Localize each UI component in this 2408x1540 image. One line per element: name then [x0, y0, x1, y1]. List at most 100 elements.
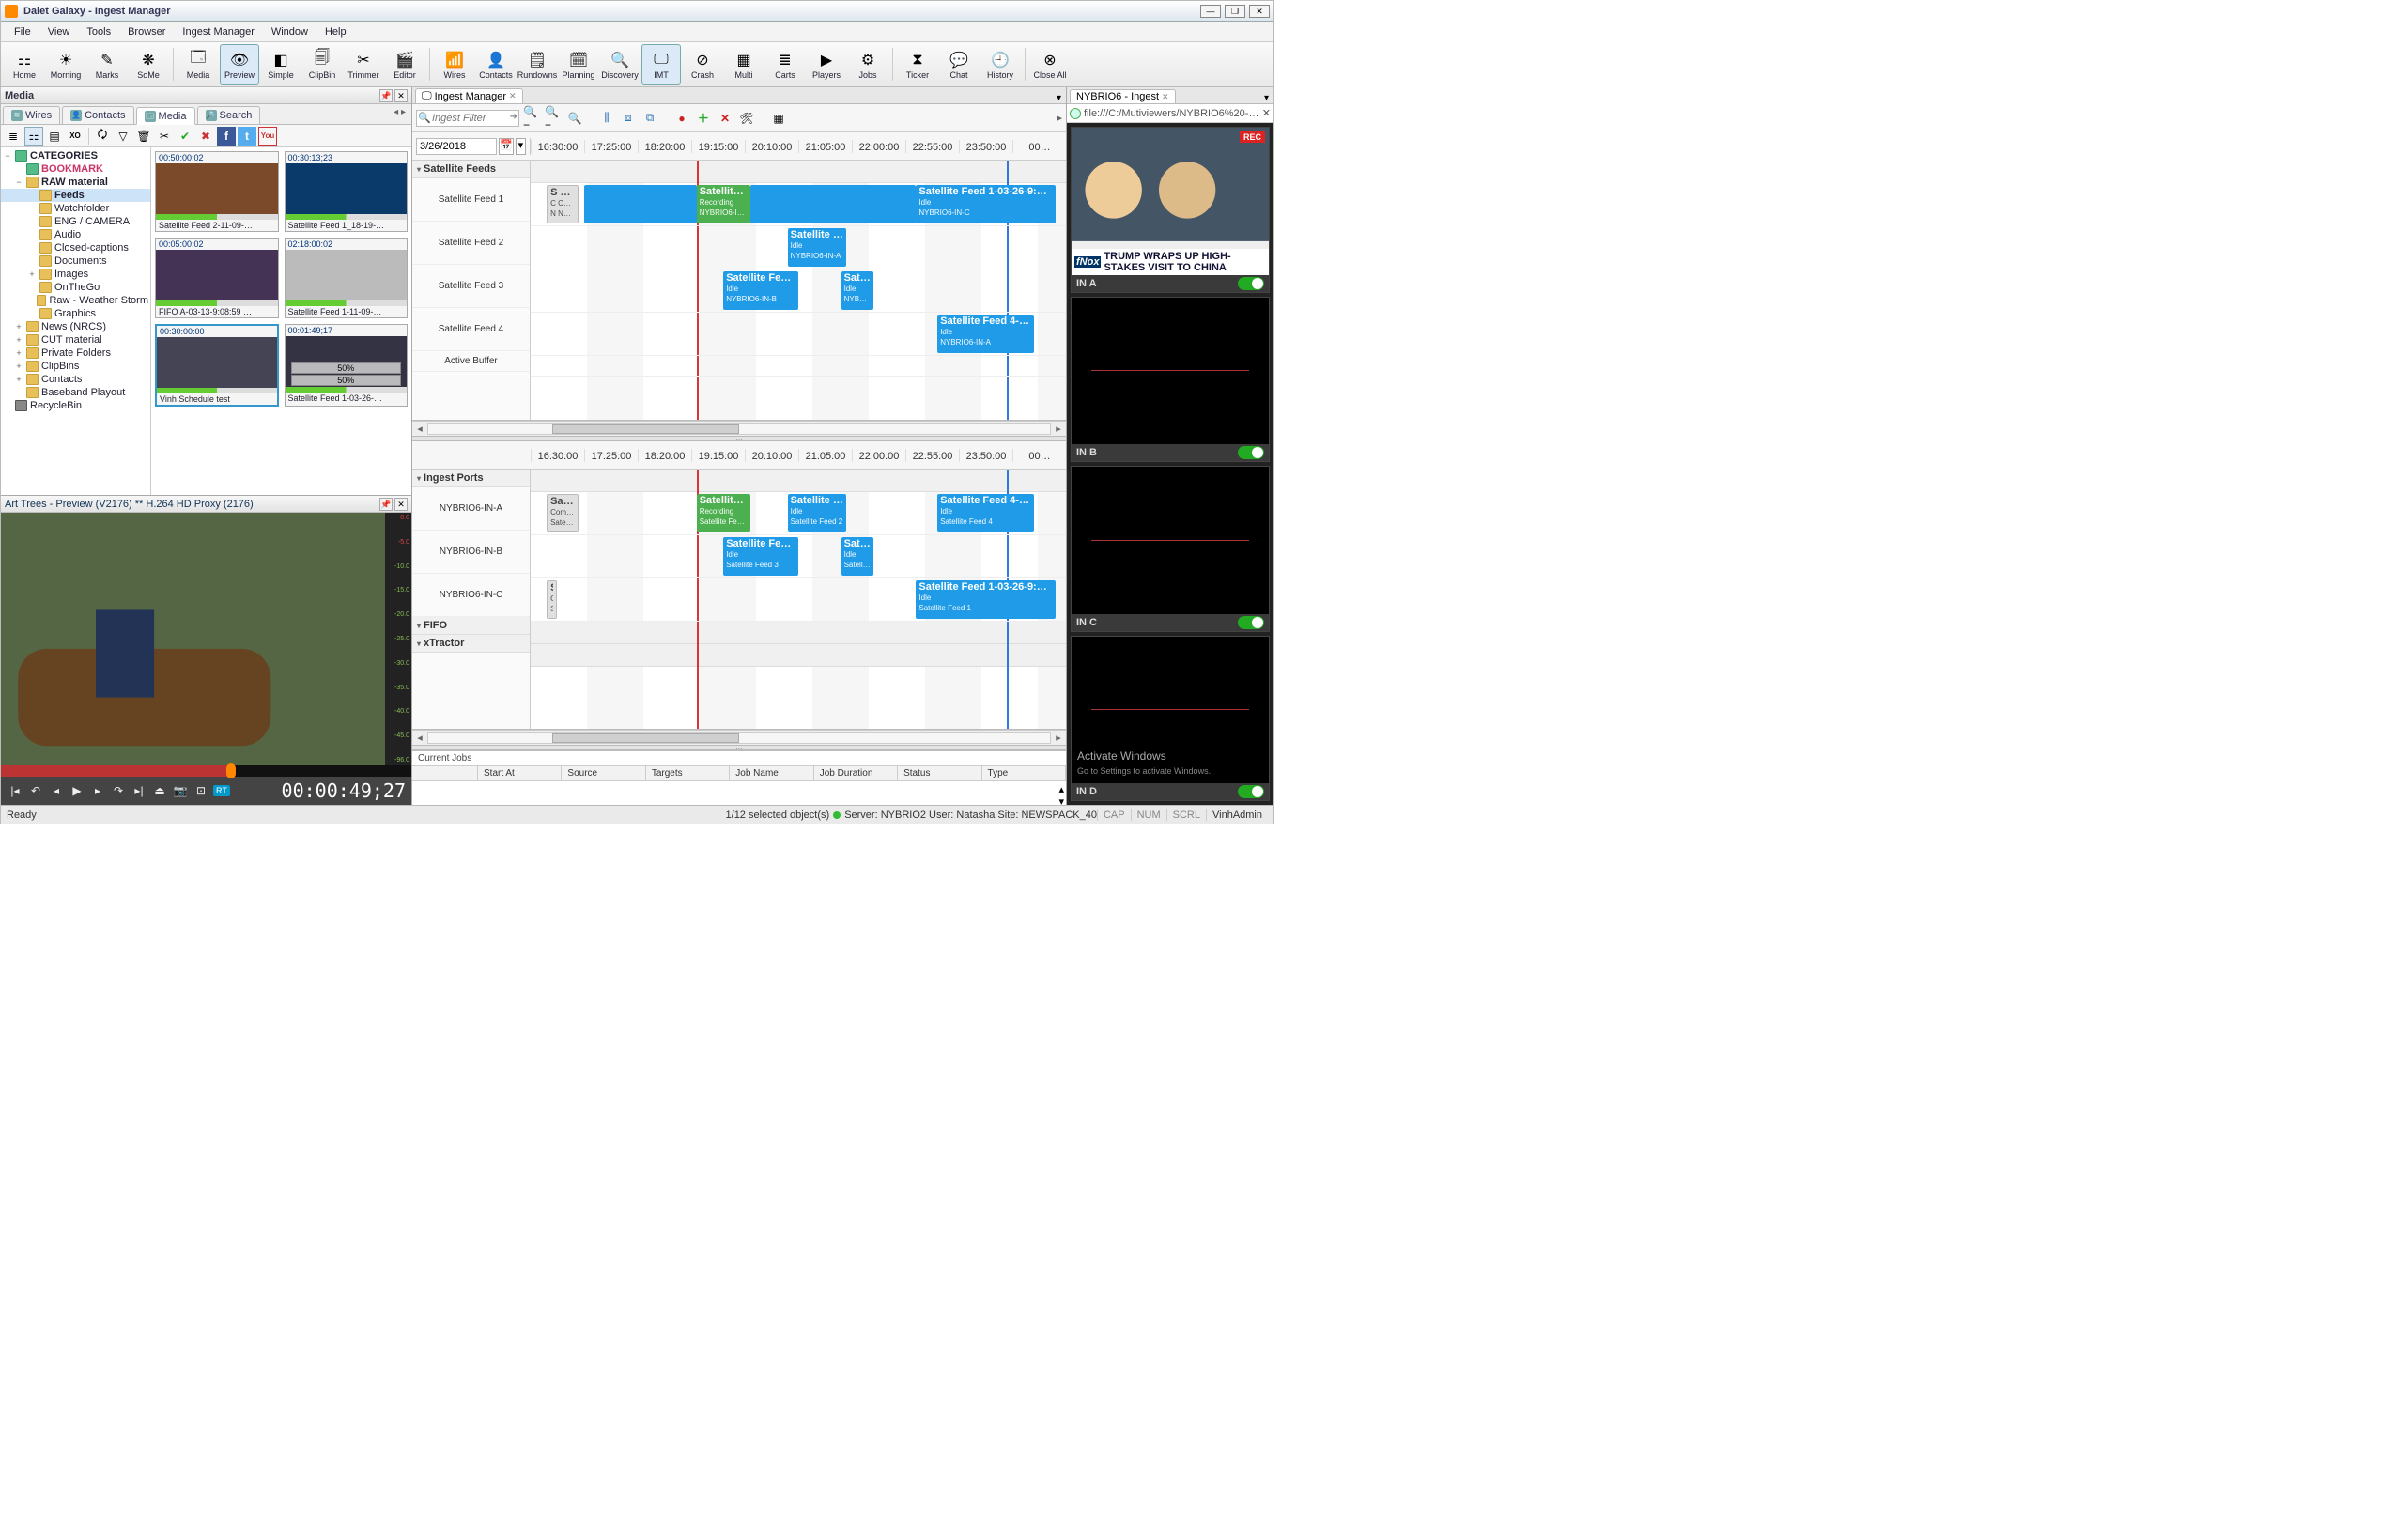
- layout-button[interactable]: ▦: [769, 109, 788, 128]
- h-scrollbar[interactable]: ◂▸: [412, 421, 1066, 436]
- feed-in-b[interactable]: IN B: [1071, 297, 1270, 463]
- feed-toggle[interactable]: [1238, 785, 1264, 798]
- tree-node[interactable]: Feeds: [1, 189, 150, 202]
- zoom-in-button[interactable]: 🔍+: [544, 109, 563, 128]
- job-col-header[interactable]: Start At: [478, 766, 562, 780]
- ribbon-close-all-button[interactable]: ⊗Close All: [1030, 44, 1070, 85]
- timeline-clip[interactable]: Satellite Feed 4-03-26-9:… Idle Satellit…: [937, 494, 1034, 532]
- tree-node[interactable]: OnTheGo: [1, 281, 150, 294]
- ribbon-media-button[interactable]: 🗔Media: [178, 44, 218, 85]
- menu-view[interactable]: View: [42, 24, 76, 39]
- group1-button[interactable]: ⫼: [597, 109, 616, 128]
- timeline-clip[interactable]: S C S: [547, 580, 557, 619]
- group-header[interactable]: ▾xTractor: [412, 635, 530, 653]
- tree-node[interactable]: BOOKMARK: [1, 162, 150, 176]
- reject-icon[interactable]: ✖: [196, 127, 215, 146]
- clip-thumbnail[interactable]: 00:30:13;23Satellite Feed 1_18-19-…: [285, 151, 409, 232]
- ribbon-morning-button[interactable]: ☀Morning: [46, 44, 85, 85]
- ribbon-clipbin-button[interactable]: 🗐ClipBin: [302, 44, 342, 85]
- panel-close-button[interactable]: ✕: [394, 89, 408, 102]
- tab-multiviewer[interactable]: NYBRIO6 - Ingest ✕: [1070, 89, 1176, 103]
- job-col-header[interactable]: Status: [898, 766, 981, 780]
- refresh-button[interactable]: 🗘: [93, 127, 112, 146]
- expand-icon[interactable]: −: [3, 151, 12, 161]
- twitter-icon[interactable]: t: [238, 127, 256, 146]
- tree-node[interactable]: −RAW material: [1, 176, 150, 189]
- tree-node[interactable]: Graphics: [1, 307, 150, 320]
- facebook-icon[interactable]: f: [217, 127, 236, 146]
- minimize-button[interactable]: —: [1200, 5, 1221, 18]
- calendar-button[interactable]: 📅: [499, 138, 514, 155]
- pin-button[interactable]: 📌: [379, 89, 393, 102]
- tree-node[interactable]: Baseband Playout: [1, 386, 150, 399]
- ribbon-home-button[interactable]: ⚏Home: [5, 44, 44, 85]
- h-scrollbar[interactable]: ◂▸: [412, 730, 1066, 745]
- tree-node[interactable]: Watchfolder: [1, 202, 150, 215]
- bin-button[interactable]: 🗑: [134, 127, 153, 146]
- media-tab-search[interactable]: 🔎Search: [197, 106, 261, 124]
- feed-in-c[interactable]: IN C: [1071, 466, 1270, 632]
- timeline-clip[interactable]: S Satelli… C Compl… N NYBRI…: [547, 185, 579, 223]
- jobs-down-button[interactable]: ▾: [1058, 795, 1064, 808]
- media-tab-contacts[interactable]: 👤Contacts: [62, 106, 133, 124]
- tree-node[interactable]: +Images: [1, 268, 150, 281]
- tab-close-button[interactable]: ✕: [509, 91, 517, 101]
- menu-file[interactable]: File: [8, 24, 37, 39]
- feed-toggle[interactable]: [1238, 446, 1264, 459]
- go-end-button[interactable]: ▸|: [131, 782, 147, 799]
- group3-button[interactable]: ⧉: [641, 109, 659, 128]
- lane-area[interactable]: S Satelli… C Compl… N NYBRI… Satellite F…: [531, 161, 1066, 420]
- tree-node[interactable]: +Contacts: [1, 373, 150, 386]
- timeline-lane[interactable]: S Satelli… C Compl… N NYBRI… Satellite F…: [531, 183, 1066, 226]
- tree-node[interactable]: Closed-captions: [1, 241, 150, 254]
- ribbon-trimmer-button[interactable]: ✂Trimmer: [344, 44, 383, 85]
- step-back-button[interactable]: ↶: [27, 782, 44, 799]
- timeline-clip[interactable]: Satellite Feed 1-03-26-9:55:59 PM Idle N…: [916, 185, 1055, 223]
- filter-button[interactable]: ▽: [114, 127, 132, 146]
- marker-button[interactable]: ⊡: [193, 782, 209, 799]
- ribbon-carts-button[interactable]: ≣Carts: [765, 44, 805, 85]
- mv-tab-close-button[interactable]: ✕: [1162, 92, 1169, 102]
- ribbon-rundowns-button[interactable]: 🗒Rundowns: [517, 44, 557, 85]
- tree-node[interactable]: Audio: [1, 228, 150, 241]
- thumbnail-grid[interactable]: 00:50:00:02Satellite Feed 2-11-09-…00:30…: [151, 147, 411, 495]
- search-go-button[interactable]: ➜: [510, 112, 517, 122]
- approve-icon[interactable]: ✔: [176, 127, 194, 146]
- timeline-clip[interactable]: Satell… Idle Satell…: [841, 537, 873, 576]
- ribbon-some-button[interactable]: ❋SoMe: [129, 44, 168, 85]
- menu-browser[interactable]: Browser: [122, 24, 171, 39]
- ribbon-contacts-button[interactable]: 👤Contacts: [476, 44, 516, 85]
- timeline-clip[interactable]: Satellite Feed … Idle Satellite Feed 2: [788, 494, 847, 532]
- next-frame-button[interactable]: ▸: [89, 782, 106, 799]
- tree-node[interactable]: −CATEGORIES: [1, 149, 150, 162]
- add-button[interactable]: ＋: [694, 109, 713, 128]
- group-header[interactable]: ▾Satellite Feeds: [412, 161, 530, 178]
- jobs-up-button[interactable]: ▴: [1058, 783, 1064, 795]
- expand-icon[interactable]: −: [14, 177, 23, 187]
- category-tree[interactable]: −CATEGORIESBOOKMARK−RAW materialFeedsWat…: [1, 147, 151, 495]
- timeline-clip[interactable]: Satellite Feed 3-0… Idle NYBRIO6-IN-B: [723, 271, 798, 310]
- timeline-lane[interactable]: Satellite Feed 4-03-26-9:… Idle NYBRIO6-…: [531, 313, 1066, 356]
- preview-pin-button[interactable]: 📌: [379, 498, 393, 511]
- timeline-lane[interactable]: S C S Satellite Feed 1-03-26-9:55:59 PM …: [531, 578, 1066, 622]
- grid-view-button[interactable]: ⚏: [24, 127, 43, 146]
- snapshot-button[interactable]: 📷: [172, 782, 189, 799]
- toolbar-next-button[interactable]: ▸: [1057, 112, 1062, 124]
- job-col-header[interactable]: Job Duration: [814, 766, 898, 780]
- center-dropdown-button[interactable]: ▾: [1057, 93, 1061, 103]
- ribbon-multi-button[interactable]: ▦Multi: [724, 44, 764, 85]
- tree-node[interactable]: +CUT material: [1, 333, 150, 346]
- expand-icon[interactable]: +: [14, 362, 23, 371]
- tree-node[interactable]: Raw - Weather Storm: [1, 294, 150, 307]
- url-close-button[interactable]: ✕: [1262, 107, 1271, 119]
- timeline-clip[interactable]: Satellite Feed 3-0… Idle Satellite Feed …: [723, 537, 798, 576]
- step-fwd-button[interactable]: ↷: [110, 782, 127, 799]
- zoom-out-button[interactable]: 🔍−: [522, 109, 541, 128]
- clip-thumbnail[interactable]: 00:50:00:02Satellite Feed 2-11-09-…: [155, 151, 279, 232]
- menu-window[interactable]: Window: [266, 24, 314, 39]
- list-view-button[interactable]: ≣: [4, 127, 23, 146]
- menu-help[interactable]: Help: [319, 24, 352, 39]
- media-tab-wires[interactable]: ≋Wires: [3, 106, 60, 124]
- tree-node[interactable]: +Private Folders: [1, 346, 150, 360]
- group-header[interactable]: ▾FIFO: [412, 617, 530, 635]
